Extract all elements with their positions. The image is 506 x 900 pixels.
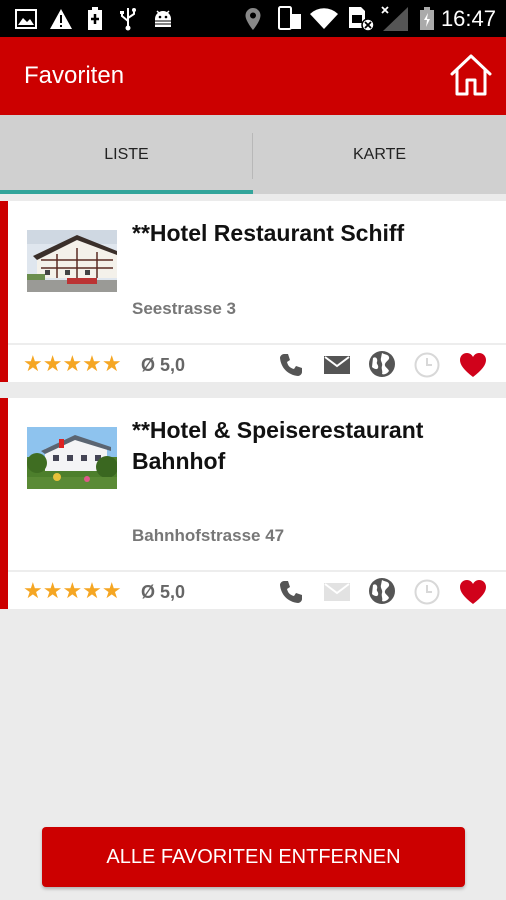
signal-icon xyxy=(380,6,410,31)
tab-liste[interactable]: LISTE xyxy=(0,115,253,194)
favorite-card[interactable]: **Hotel & Speiserestaurant Bahnhof Bahnh… xyxy=(0,398,506,609)
tab-karte[interactable]: KARTE xyxy=(253,115,506,194)
android-debug-icon xyxy=(150,7,176,31)
globe-icon[interactable] xyxy=(367,577,397,605)
email-icon xyxy=(322,578,352,606)
sim-icon xyxy=(346,7,376,32)
clock-icon xyxy=(412,578,442,606)
image-icon xyxy=(14,7,38,31)
app-bar: Favoriten xyxy=(0,37,506,115)
location-icon xyxy=(242,7,264,31)
tab-bar: LISTE KARTE xyxy=(0,115,506,194)
globe-icon[interactable] xyxy=(367,350,397,378)
rating-average: Ø 5,0 xyxy=(141,582,186,602)
rating-stars: ★★★★★ xyxy=(23,351,122,376)
phone-icon[interactable] xyxy=(276,351,306,379)
card-divider xyxy=(8,343,506,345)
wifi-icon xyxy=(308,7,340,31)
phone-icon[interactable] xyxy=(276,578,306,606)
hotel-thumbnail xyxy=(27,427,117,489)
email-icon[interactable] xyxy=(322,351,352,379)
clock-icon xyxy=(412,351,442,379)
status-bar: 16:47 xyxy=(0,0,506,37)
battery-icon xyxy=(416,7,438,31)
remove-all-favorites-button[interactable]: ALLE FAVORITEN ENTFERNEN xyxy=(42,827,465,887)
page-title: Favoriten xyxy=(24,62,125,89)
favorite-card[interactable]: **Hotel Restaurant Schiff Seestrasse 3 ★… xyxy=(0,201,506,382)
tab-label: LISTE xyxy=(104,145,149,163)
rating-stars: ★★★★★ xyxy=(23,578,122,603)
phone-rotate-icon xyxy=(274,6,304,31)
home-icon[interactable] xyxy=(448,52,494,98)
hotel-address: Seestrasse 3 xyxy=(132,299,236,318)
usb-icon xyxy=(117,7,139,31)
hotel-name: **Hotel & Speiserestaurant Bahnhof xyxy=(132,417,424,474)
warning-icon xyxy=(48,7,74,31)
battery-saver-icon xyxy=(85,7,105,31)
hotel-thumbnail xyxy=(27,230,117,292)
heart-icon[interactable] xyxy=(458,578,488,606)
status-time: 16:47 xyxy=(440,6,496,31)
tab-divider xyxy=(252,133,253,179)
tab-label: KARTE xyxy=(352,145,407,163)
hotel-address: Bahnhofstrasse 47 xyxy=(132,526,285,545)
rating-average: Ø 5,0 xyxy=(141,355,186,375)
hotel-name: **Hotel Restaurant Schiff xyxy=(132,220,405,246)
card-divider xyxy=(8,570,506,572)
heart-icon[interactable] xyxy=(458,351,488,379)
